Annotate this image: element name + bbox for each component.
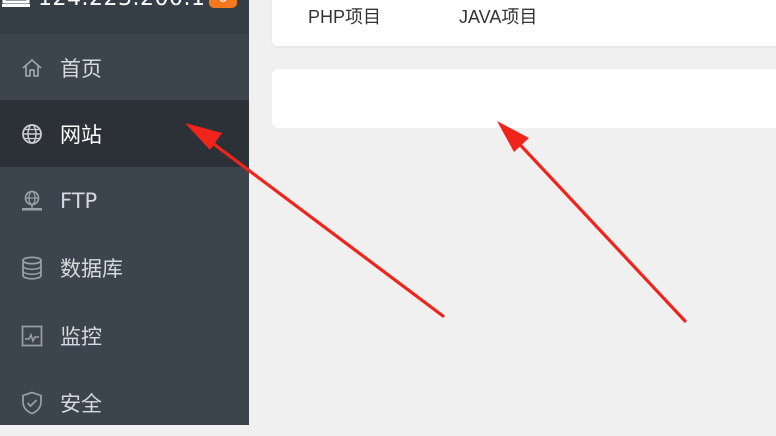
- alert-badge[interactable]: 0: [209, 0, 237, 8]
- sidebar-item-label: 监控: [60, 324, 102, 349]
- sidebar-item-label: 数据库: [60, 256, 123, 281]
- sidebar-item-database[interactable]: 数据库: [0, 234, 249, 301]
- sidebar-item-label: 首页: [60, 56, 102, 81]
- project-tabs-card: PHP项目 JAVA项目: [272, 0, 776, 46]
- tab-php-project[interactable]: PHP项目: [308, 3, 381, 29]
- sidebar-item-website[interactable]: 网站: [0, 100, 249, 167]
- sidebar-item-security[interactable]: 安全: [0, 369, 249, 436]
- sidebar-item-home[interactable]: 首页: [0, 34, 249, 101]
- globe-icon: [20, 122, 44, 146]
- sidebar: 124.223.200.176 0 首页 网站: [0, 0, 249, 425]
- server-header: 124.223.200.176 0: [0, 0, 249, 34]
- sidebar-item-ftp[interactable]: FTP: [0, 167, 249, 234]
- database-icon: [20, 255, 44, 280]
- content-panel: [272, 69, 776, 128]
- sidebar-item-monitor[interactable]: 监控: [0, 302, 249, 369]
- sidebar-item-label: FTP: [60, 188, 98, 213]
- monitor-icon: [20, 324, 44, 348]
- server-icon: [2, 0, 30, 7]
- sidebar-item-label: 网站: [60, 122, 102, 147]
- sidebar-item-label: 安全: [60, 391, 102, 416]
- server-ip: 124.223.200.176: [38, 0, 234, 11]
- shield-icon: [20, 391, 44, 415]
- home-icon: [20, 56, 44, 80]
- ftp-icon: [20, 189, 44, 213]
- tab-java-project[interactable]: JAVA项目: [459, 3, 537, 29]
- annotation-arrow-panel: [497, 121, 687, 323]
